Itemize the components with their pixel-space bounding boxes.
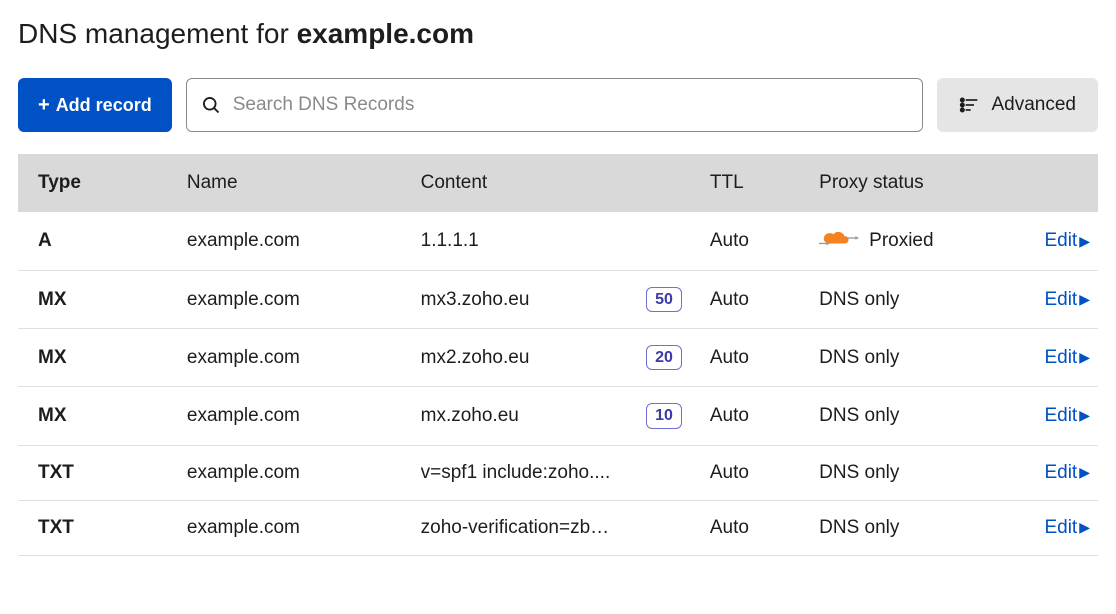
- cell-type: A: [18, 212, 187, 271]
- proxy-status-text: DNS only: [819, 289, 899, 311]
- col-header-type: Type: [18, 154, 187, 212]
- edit-button[interactable]: Edit▶: [1044, 347, 1090, 369]
- cell-name: example.com: [187, 329, 421, 387]
- page-title: DNS management for example.com: [18, 18, 1098, 50]
- edit-label: Edit: [1044, 462, 1077, 484]
- table-row: MXexample.commx2.zoho.eu 20 AutoDNS only Ed…: [18, 329, 1098, 387]
- content-text: mx.zoho.eu: [421, 405, 519, 427]
- cell-name: example.com: [187, 500, 421, 555]
- cell-content: mx2.zoho.eu 20: [421, 329, 710, 387]
- cell-ttl: Auto: [710, 445, 819, 500]
- col-header-ttl: TTL: [710, 154, 819, 212]
- cell-action: Edit▶: [1018, 329, 1098, 387]
- proxy-status-text: DNS only: [819, 462, 899, 484]
- edit-button[interactable]: Edit▶: [1044, 405, 1090, 427]
- chevron-right-icon: ▶: [1079, 349, 1090, 366]
- cell-content: zoho-verification=zb…: [421, 500, 710, 555]
- cell-ttl: Auto: [710, 271, 819, 329]
- filter-icon: [959, 97, 979, 113]
- content-text: mx3.zoho.eu: [421, 289, 530, 311]
- edit-button[interactable]: Edit▶: [1044, 289, 1090, 311]
- chevron-right-icon: ▶: [1079, 464, 1090, 481]
- cell-name: example.com: [187, 387, 421, 445]
- cell-proxy: DNS only: [819, 329, 1018, 387]
- cell-content: 1.1.1.1: [421, 212, 710, 271]
- cell-action: Edit▶: [1018, 271, 1098, 329]
- search-input[interactable]: [221, 94, 909, 116]
- content-text: mx2.zoho.eu: [421, 347, 530, 369]
- cell-action: Edit▶: [1018, 387, 1098, 445]
- edit-label: Edit: [1044, 405, 1077, 427]
- cell-type: MX: [18, 387, 187, 445]
- proxy-status-text: DNS only: [819, 347, 899, 369]
- cell-name: example.com: [187, 271, 421, 329]
- chevron-right-icon: ▶: [1079, 233, 1090, 250]
- cell-content: mx.zoho.eu 10: [421, 387, 710, 445]
- col-header-name: Name: [187, 154, 421, 212]
- cell-type: MX: [18, 271, 187, 329]
- chevron-right-icon: ▶: [1079, 407, 1090, 424]
- col-header-content: Content: [421, 154, 710, 212]
- edit-label: Edit: [1044, 517, 1077, 539]
- search-icon: [201, 95, 221, 115]
- edit-button[interactable]: Edit▶: [1044, 517, 1090, 539]
- chevron-right-icon: ▶: [1079, 291, 1090, 308]
- priority-badge: 20: [646, 345, 682, 370]
- search-field-wrap[interactable]: [186, 78, 924, 132]
- chevron-right-icon: ▶: [1079, 519, 1090, 536]
- add-record-button[interactable]: + Add record: [18, 78, 172, 132]
- col-header-action: [1018, 154, 1098, 212]
- title-domain: example.com: [297, 18, 474, 49]
- dns-records-table: Type Name Content TTL Proxy status Aexam…: [18, 154, 1098, 556]
- cell-content: v=spf1 include:zoho....: [421, 445, 710, 500]
- table-row: TXTexample.comzoho-verification=zb… AutoD…: [18, 500, 1098, 555]
- table-row: TXTexample.comv=spf1 include:zoho.... Aut…: [18, 445, 1098, 500]
- edit-label: Edit: [1044, 230, 1077, 252]
- proxy-status-text: DNS only: [819, 405, 899, 427]
- content-text: v=spf1 include:zoho....: [421, 462, 611, 484]
- col-header-proxy: Proxy status: [819, 154, 1018, 212]
- advanced-button[interactable]: Advanced: [937, 78, 1098, 132]
- cell-ttl: Auto: [710, 212, 819, 271]
- cell-proxy: DNS only: [819, 387, 1018, 445]
- cell-action: Edit▶: [1018, 212, 1098, 271]
- edit-label: Edit: [1044, 347, 1077, 369]
- content-text: zoho-verification=zb…: [421, 517, 610, 539]
- edit-label: Edit: [1044, 289, 1077, 311]
- plus-icon: +: [38, 95, 50, 115]
- priority-badge: 10: [646, 403, 682, 428]
- cell-type: TXT: [18, 500, 187, 555]
- proxied-cloud-icon: [819, 228, 859, 254]
- cell-name: example.com: [187, 212, 421, 271]
- cell-proxy: DNS only: [819, 271, 1018, 329]
- cell-type: TXT: [18, 445, 187, 500]
- cell-content: mx3.zoho.eu 50: [421, 271, 710, 329]
- cell-name: example.com: [187, 445, 421, 500]
- add-record-label: Add record: [56, 95, 152, 116]
- cell-ttl: Auto: [710, 500, 819, 555]
- cell-ttl: Auto: [710, 387, 819, 445]
- table-header-row: Type Name Content TTL Proxy status: [18, 154, 1098, 212]
- table-row: MXexample.commx3.zoho.eu 50 AutoDNS only Ed…: [18, 271, 1098, 329]
- cell-type: MX: [18, 329, 187, 387]
- table-row: Aexample.com1.1.1.1 Auto Proxied Edit▶: [18, 212, 1098, 271]
- edit-button[interactable]: Edit▶: [1044, 462, 1090, 484]
- advanced-label: Advanced: [991, 94, 1076, 116]
- cell-action: Edit▶: [1018, 500, 1098, 555]
- proxy-status-text: Proxied: [869, 230, 933, 252]
- table-row: MXexample.commx.zoho.eu 10 AutoDNS only Edi…: [18, 387, 1098, 445]
- cell-action: Edit▶: [1018, 445, 1098, 500]
- cell-proxy: DNS only: [819, 500, 1018, 555]
- proxy-status-text: DNS only: [819, 517, 899, 539]
- title-prefix: DNS management for: [18, 18, 297, 49]
- priority-badge: 50: [646, 287, 682, 312]
- edit-button[interactable]: Edit▶: [1044, 230, 1090, 252]
- cell-proxy: Proxied: [819, 212, 1018, 271]
- cell-ttl: Auto: [710, 329, 819, 387]
- content-text: 1.1.1.1: [421, 230, 479, 252]
- toolbar: + Add record Advanced: [18, 78, 1098, 132]
- cell-proxy: DNS only: [819, 445, 1018, 500]
